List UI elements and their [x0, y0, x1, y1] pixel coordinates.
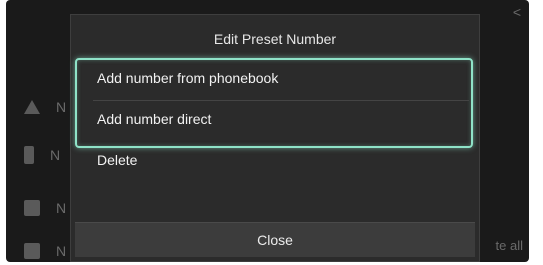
back-icon[interactable]: < — [513, 4, 521, 20]
delete-option[interactable]: Delete — [97, 152, 137, 168]
preset-icon — [24, 243, 40, 259]
background-list-item[interactable]: N — [24, 193, 66, 223]
delete-all-button[interactable]: te all — [496, 238, 523, 253]
background-list-label: N — [56, 200, 67, 216]
background-list-item[interactable]: N — [24, 92, 66, 122]
background-list-label: N — [50, 147, 61, 163]
add-number-direct-option[interactable]: Add number direct — [97, 111, 211, 127]
background-list-item[interactable]: N — [24, 236, 66, 262]
background-list-item[interactable]: N — [24, 140, 60, 170]
background-list-label: N — [56, 243, 67, 259]
preset-icon — [24, 200, 40, 216]
add-from-phonebook-option[interactable]: Add number from phonebook — [97, 70, 278, 86]
home-icon — [24, 100, 40, 114]
edit-preset-dialog: Edit Preset Number Add number from phone… — [70, 14, 480, 262]
background-list-label: N — [56, 99, 67, 115]
option-divider — [93, 100, 469, 101]
close-button[interactable]: Close — [75, 222, 475, 257]
dialog-title: Edit Preset Number — [213, 31, 337, 47]
screen: < N N N N te all Edit Preset Number Add … — [6, 0, 529, 262]
phone-icon — [24, 146, 34, 164]
